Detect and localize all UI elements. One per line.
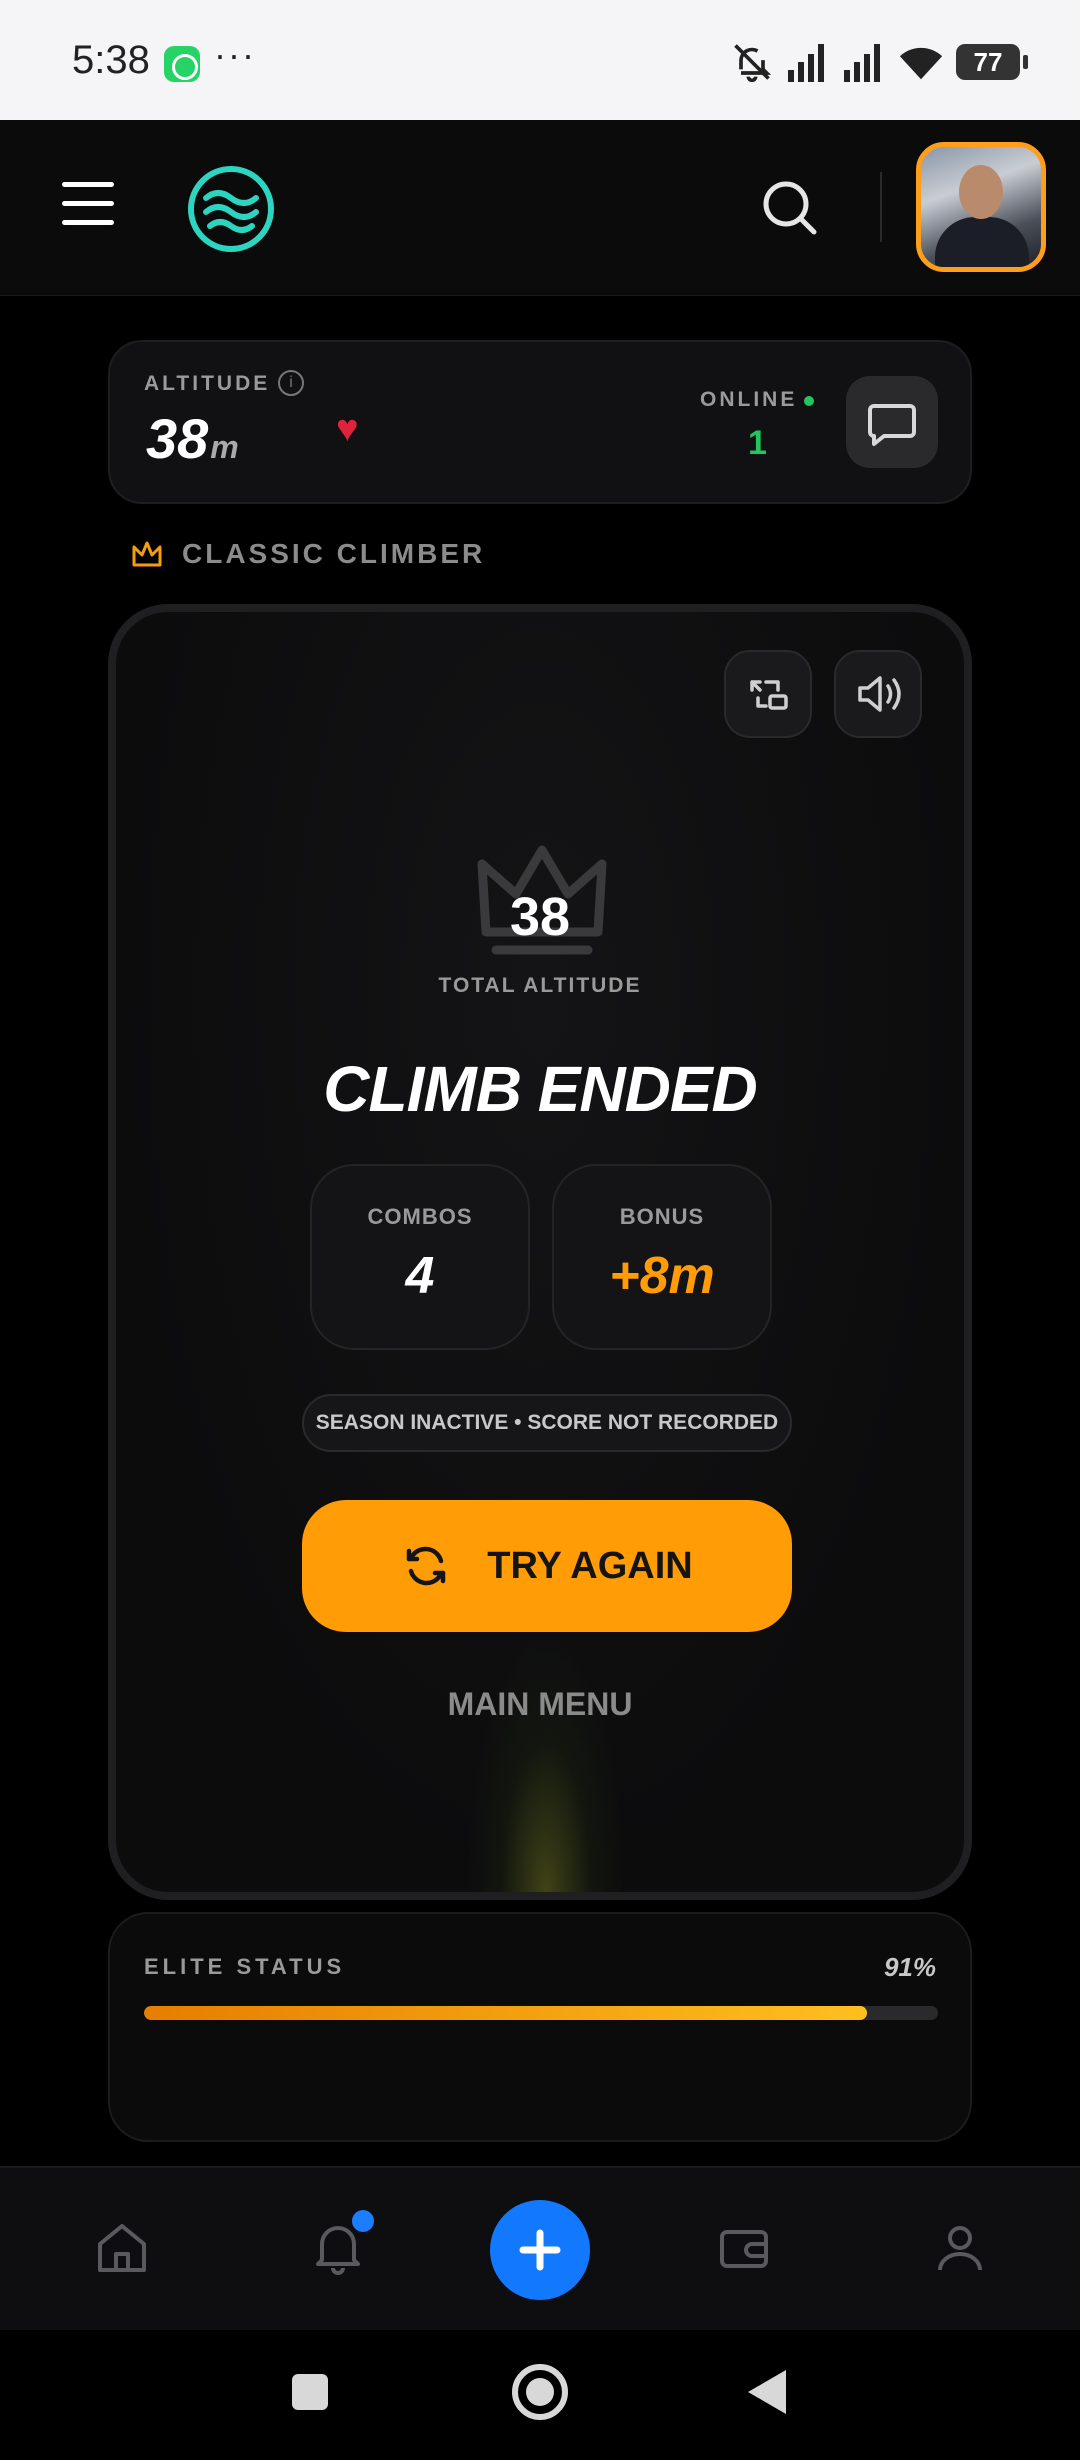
status-bar: 5:38 ··· 77 bbox=[0, 0, 1080, 120]
nav-notifications[interactable] bbox=[306, 2210, 374, 2280]
app-header bbox=[0, 120, 1080, 296]
bonus-value: +8m bbox=[609, 1247, 715, 1305]
season-notice: SEASON INACTIVE • SCORE NOT RECORDED bbox=[302, 1394, 792, 1452]
chat-button[interactable] bbox=[846, 376, 938, 468]
menu-icon[interactable] bbox=[62, 182, 114, 228]
altitude-unit: m bbox=[210, 429, 239, 465]
recents-button[interactable] bbox=[292, 2374, 328, 2410]
sound-button[interactable] bbox=[834, 650, 922, 738]
swap-icon bbox=[750, 680, 788, 710]
notification-badge bbox=[352, 2210, 374, 2232]
add-button[interactable] bbox=[490, 2200, 590, 2300]
bottom-nav bbox=[0, 2166, 1080, 2330]
altitude-value: 38m bbox=[146, 407, 239, 470]
crown-icon bbox=[132, 541, 162, 567]
speaker-icon bbox=[858, 676, 901, 712]
more-notifications-icon: ··· bbox=[214, 34, 256, 75]
elite-status-label: ELITE STATUS bbox=[144, 1954, 346, 1979]
battery-icon: 77 bbox=[956, 44, 1028, 80]
heart-icon: ♥ bbox=[336, 408, 359, 450]
wifi-icon bbox=[899, 47, 943, 80]
combos-label: COMBOS bbox=[367, 1204, 473, 1229]
elite-status-percent: 91% bbox=[883, 1952, 936, 1982]
online-status-dot bbox=[804, 396, 814, 406]
combos-value: 4 bbox=[405, 1247, 435, 1305]
status-icons: 77 bbox=[730, 40, 1028, 84]
add-icon bbox=[519, 2229, 561, 2271]
avatar[interactable] bbox=[916, 142, 1046, 272]
try-again-button[interactable]: TRY AGAIN bbox=[302, 1500, 792, 1632]
profile-icon bbox=[938, 2226, 982, 2271]
combos-card: COMBOS 4 bbox=[310, 1164, 530, 1350]
elite-status-card: ELITE STATUS 91% bbox=[108, 1912, 972, 2142]
game-over-title: CLIMB ENDED bbox=[323, 1053, 757, 1125]
signal-icon bbox=[788, 44, 824, 82]
nav-wallet[interactable] bbox=[712, 2216, 776, 2280]
nav-home[interactable] bbox=[90, 2216, 154, 2280]
bonus-label: BONUS bbox=[619, 1204, 705, 1229]
home-button[interactable] bbox=[512, 2364, 568, 2420]
signal-icon bbox=[844, 44, 880, 82]
app-logo[interactable] bbox=[186, 164, 276, 254]
mode-label: CLASSIC CLIMBER bbox=[182, 538, 486, 569]
online-count: 1 bbox=[748, 424, 767, 462]
mute-icon bbox=[734, 44, 772, 83]
chat-icon bbox=[868, 404, 916, 446]
game-panel: 38 TOTAL ALTITUDE CLIMB ENDED COMBOS 4 B… bbox=[108, 604, 972, 1900]
online-label: ONLINE bbox=[700, 388, 798, 411]
info-icon[interactable]: i bbox=[278, 370, 304, 396]
status-time: 5:38 bbox=[72, 38, 150, 82]
wallet-icon bbox=[720, 2230, 768, 2268]
try-again-label: TRY AGAIN bbox=[487, 1544, 693, 1587]
altitude-label: ALTITUDE bbox=[144, 372, 271, 395]
main-menu-button[interactable]: MAIN MENU bbox=[116, 1686, 964, 1723]
nav-profile[interactable] bbox=[928, 2216, 992, 2280]
elite-progress-track bbox=[144, 2006, 938, 2020]
bonus-card: BONUS +8m bbox=[552, 1164, 772, 1350]
game-glow bbox=[466, 1632, 626, 1892]
home-icon bbox=[98, 2224, 146, 2272]
header-divider bbox=[880, 172, 882, 242]
elite-progress-fill bbox=[144, 2006, 867, 2020]
switch-view-button[interactable] bbox=[724, 650, 812, 738]
total-altitude-label: TOTAL ALTITUDE bbox=[438, 974, 642, 997]
mode-row: CLASSIC CLIMBER bbox=[130, 534, 485, 574]
back-button[interactable] bbox=[748, 2370, 786, 2414]
total-altitude-value: 38 bbox=[509, 887, 571, 947]
whatsapp-icon bbox=[164, 46, 200, 82]
search-icon[interactable] bbox=[760, 178, 820, 238]
altitude-card: ALTITUDE i 38m ♥ ONLINE 1 bbox=[108, 340, 972, 504]
refresh-icon bbox=[407, 1546, 446, 1586]
system-nav-bar bbox=[0, 2330, 1080, 2460]
